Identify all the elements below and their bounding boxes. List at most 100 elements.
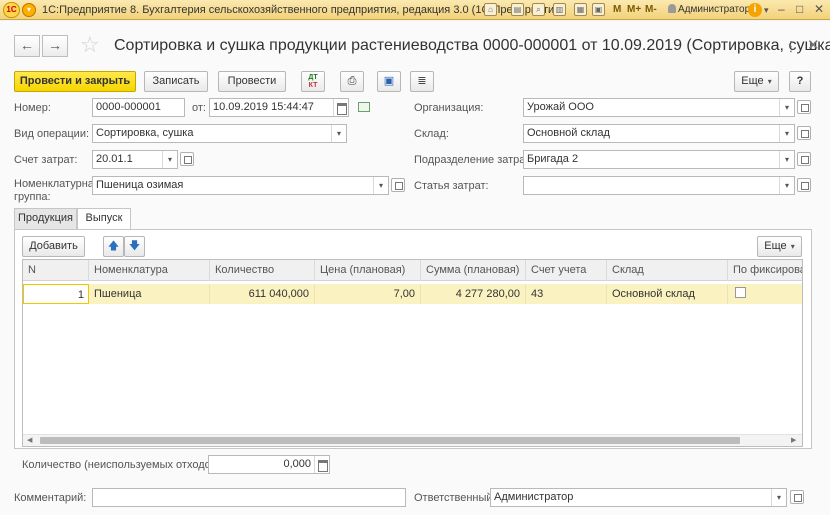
chevron-down-icon[interactable]: ▾	[779, 151, 794, 168]
tab-output[interactable]: Выпуск	[77, 208, 131, 230]
open-cost-account-icon[interactable]	[180, 152, 194, 166]
chevron-down-icon[interactable]: ▾	[162, 151, 177, 168]
printer-icon: ⎙	[347, 75, 357, 87]
item-group-value: Пшеница озимая	[96, 179, 184, 191]
open-responsible-icon[interactable]	[790, 490, 804, 504]
memory-m-button[interactable]: M	[613, 4, 621, 15]
favorite-star-icon[interactable]: ☆	[80, 33, 100, 57]
date-label: от:	[192, 102, 206, 114]
user-name: Администратор	[678, 4, 751, 15]
print-icon[interactable]: ▤	[511, 3, 524, 16]
comment-field[interactable]	[92, 488, 406, 507]
cost-item-field[interactable]: ▾	[523, 176, 795, 195]
chevron-down-icon[interactable]: ▾	[779, 177, 794, 194]
main-menu-icon[interactable]: ▾	[22, 3, 36, 17]
organization-field[interactable]: Урожай ООО ▾	[523, 98, 795, 117]
cell-warehouse[interactable]: Основной склад	[607, 284, 728, 304]
column-header-item[interactable]: Номенклатура	[89, 260, 210, 281]
cost-account-field[interactable]: 20.01.1 ▾	[92, 150, 178, 169]
info-icon[interactable]: i	[748, 3, 762, 17]
date-value: 10.09.2019 15:44:47	[213, 101, 314, 113]
fixed-checkbox[interactable]	[735, 287, 746, 298]
search-icon[interactable]: ⌕	[532, 3, 545, 16]
info-menu-icon[interactable]: ▾	[764, 5, 769, 16]
back-button[interactable]: ←	[14, 35, 40, 57]
column-header-warehouse[interactable]: Склад	[607, 260, 728, 281]
add-row-button[interactable]: Добавить	[22, 236, 85, 257]
current-user[interactable]: Администратор	[668, 4, 750, 15]
more-button[interactable]: Еще ▾	[734, 71, 779, 92]
table-row[interactable]: 1 Пшеница 611 040,000 7,00 4 277 280,00 …	[23, 284, 802, 304]
memory-plus-button[interactable]: M+	[627, 4, 641, 15]
form-menu-icon[interactable]: ⋮	[784, 38, 798, 55]
cost-division-value: Бригада 2	[527, 153, 579, 165]
scroll-right-icon[interactable]: ▶	[791, 435, 796, 446]
cell-account[interactable]: 43	[526, 284, 607, 304]
date-field[interactable]: 10.09.2019 15:44:47	[209, 98, 349, 117]
chevron-down-icon[interactable]: ▾	[373, 177, 388, 194]
minimize-icon[interactable]: –	[778, 2, 785, 16]
post-and-close-button[interactable]: Провести и закрыть	[14, 71, 136, 92]
organization-value: Урожай ООО	[527, 101, 594, 113]
calendar-picker-icon[interactable]	[333, 99, 348, 116]
column-header-quantity[interactable]: Количество	[210, 260, 315, 281]
calendar-icon[interactable]: ▣	[592, 3, 605, 16]
help-button[interactable]: ?	[789, 71, 811, 92]
cell-item[interactable]: Пшеница	[89, 284, 210, 304]
calculator-icon[interactable]: ▦	[574, 3, 587, 16]
warehouse-field[interactable]: Основной склад ▾	[523, 124, 795, 143]
scroll-left-icon[interactable]: ◀	[27, 435, 32, 446]
save-button[interactable]: Записать	[144, 71, 208, 92]
move-down-button[interactable]: 🡇	[124, 236, 145, 257]
dt-kt-button[interactable]: ДТ КТ	[301, 71, 325, 92]
cell-fixed[interactable]	[728, 284, 802, 304]
column-header-fixed[interactable]: По фиксирован	[728, 260, 802, 281]
operation-select[interactable]: Сортировка, сушка ▾	[92, 124, 347, 143]
move-up-button[interactable]: 🡅	[103, 236, 124, 257]
compare-icon[interactable]: ▥	[553, 3, 566, 16]
number-field[interactable]: 0000-000001	[92, 98, 185, 117]
chevron-down-icon[interactable]: ▾	[779, 99, 794, 116]
cell-sum[interactable]: 4 277 280,00	[421, 284, 526, 304]
chevron-down-icon[interactable]: ▾	[771, 489, 786, 506]
column-header-sum[interactable]: Сумма (плановая)	[421, 260, 526, 281]
chevron-down-icon[interactable]: ▾	[331, 125, 346, 142]
horizontal-scrollbar[interactable]: ◀ ▶	[23, 434, 802, 446]
chevron-down-icon[interactable]: ▾	[779, 125, 794, 142]
structure-button[interactable]: ▣	[377, 71, 401, 92]
operation-label: Вид операции:	[14, 128, 90, 140]
cell-price[interactable]: 7,00	[315, 284, 421, 304]
open-cost-division-icon[interactable]	[797, 152, 811, 166]
memory-minus-button[interactable]: M-	[645, 4, 657, 15]
cost-account-value: 20.01.1	[96, 153, 133, 165]
calculator-icon[interactable]	[314, 456, 329, 473]
column-header-price[interactable]: Цена (плановая)	[315, 260, 421, 281]
home-icon[interactable]: ⌂	[484, 3, 497, 16]
scrollbar-thumb[interactable]	[40, 437, 740, 444]
open-cost-item-icon[interactable]	[797, 178, 811, 192]
forward-button[interactable]: →	[42, 35, 68, 57]
item-group-field[interactable]: Пшеница озимая ▾	[92, 176, 389, 195]
column-header-account[interactable]: Счет учета	[526, 260, 607, 281]
waste-quantity-field[interactable]: 0,000	[208, 455, 330, 474]
go-to-icon[interactable]	[358, 102, 370, 112]
open-warehouse-icon[interactable]	[797, 126, 811, 140]
tab-products[interactable]: Продукция	[14, 208, 77, 229]
cell-n[interactable]: 1	[23, 284, 89, 304]
operation-value: Сортировка, сушка	[96, 127, 194, 139]
open-organization-icon[interactable]	[797, 100, 811, 114]
waste-value: 0,000	[283, 458, 311, 470]
column-header-n[interactable]: N	[23, 260, 89, 281]
close-form-icon[interactable]: ✕	[807, 36, 820, 54]
open-item-group-icon[interactable]	[391, 178, 405, 192]
cell-quantity[interactable]: 611 040,000	[210, 284, 315, 304]
post-button[interactable]: Провести	[218, 71, 286, 92]
close-window-icon[interactable]: ✕	[814, 2, 824, 16]
output-table[interactable]: N Номенклатура Количество Цена (плановая…	[22, 259, 803, 447]
table-more-button[interactable]: Еще ▾	[757, 236, 802, 257]
print-button[interactable]: ⎙	[340, 71, 364, 92]
cost-division-field[interactable]: Бригада 2 ▾	[523, 150, 795, 169]
report-button[interactable]: ≣	[410, 71, 434, 92]
responsible-field[interactable]: Администратор ▾	[490, 488, 787, 507]
maximize-icon[interactable]: □	[796, 2, 803, 16]
